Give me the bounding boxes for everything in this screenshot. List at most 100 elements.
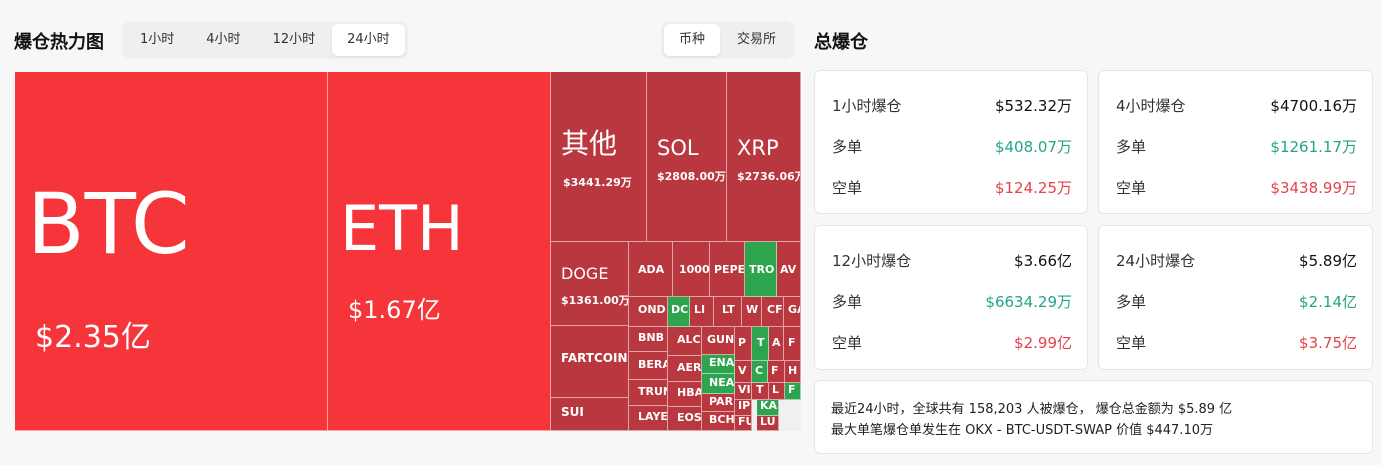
tile-f[interactable]: F: [768, 361, 785, 383]
tile-symbol: FARTCOIN: [561, 351, 628, 365]
card-4h-total: $4700.16万: [1270, 97, 1357, 115]
tile-t[interactable]: T: [752, 327, 769, 361]
card-1h-long: $408.07万: [994, 138, 1072, 156]
tile-xrp[interactable]: XRP $2736.06万: [727, 72, 801, 242]
tile-symbol: GUN: [707, 333, 735, 346]
tile-trun[interactable]: TRUN: [629, 380, 668, 406]
tile-f[interactable]: F: [784, 327, 801, 361]
card-1h-long-label: 多单: [832, 138, 863, 156]
tile-symbol: 1000: [679, 263, 710, 276]
card-12h-label: 12小时爆仓: [832, 252, 912, 270]
time-option-24h[interactable]: 24小时: [332, 24, 405, 56]
tile-pepe[interactable]: PEPE: [710, 242, 745, 297]
card-4h-label: 4小时爆仓: [1116, 97, 1186, 115]
tile-symbol: BNB: [638, 331, 664, 344]
tile-其他[interactable]: 其他 $3441.29万: [551, 72, 647, 242]
tile-cf[interactable]: CF: [762, 297, 784, 327]
tile-par[interactable]: PAR: [702, 394, 735, 412]
tile-laye[interactable]: LAYE: [629, 406, 668, 431]
tile-vi[interactable]: VI: [735, 383, 752, 400]
tile-av[interactable]: AV: [777, 242, 801, 297]
tile-ena[interactable]: ENA: [702, 355, 735, 374]
tile-symbol: W: [746, 303, 759, 316]
tile-amount: $2736.06万: [737, 170, 801, 183]
tile-symbol: OND: [638, 303, 666, 316]
time-option-4h[interactable]: 4小时: [191, 24, 255, 56]
time-range-selector: 1小时 4小时 12小时 24小时: [122, 21, 408, 59]
tile-symbol: SUI: [561, 405, 584, 419]
tile-symbol: BTC: [27, 175, 190, 273]
tile-lt[interactable]: LT: [714, 297, 742, 327]
tile-li[interactable]: LI: [690, 297, 714, 327]
tile-symbol: EOS: [677, 411, 702, 424]
tile-bch[interactable]: BCH: [702, 412, 735, 431]
total-liquidation-title: 总爆仓: [814, 32, 868, 53]
liquidation-treemap: BTC $2.35亿 ETH $1.67亿 其他 $3441.29万 SOL $2808.00…: [15, 72, 801, 431]
tile-symbol: P: [738, 336, 747, 349]
tile-eth[interactable]: ETH $1.67亿: [328, 72, 551, 431]
tile-p[interactable]: P: [735, 327, 752, 361]
tile-symbol: C: [755, 364, 764, 377]
tile-ka[interactable]: KA: [757, 400, 779, 416]
card-24h: 24小时爆仓 $5.89亿 多单 $2.14亿 空单 $3.75亿: [1098, 225, 1373, 370]
tile-symbol: T: [757, 336, 765, 349]
tile-ga[interactable]: GA: [784, 297, 801, 327]
tile-ip[interactable]: IP: [735, 400, 752, 416]
tile-f[interactable]: F: [785, 383, 801, 400]
tile-nea[interactable]: NEA: [702, 374, 735, 394]
tile-eos[interactable]: EOS: [668, 407, 702, 431]
tile-bera[interactable]: BERA: [629, 352, 668, 380]
tile-tro[interactable]: TRO: [745, 242, 777, 297]
tile-symbol: NEA: [709, 376, 735, 389]
card-4h-short-label: 空单: [1116, 179, 1147, 197]
tile-1000[interactable]: 1000: [673, 242, 710, 297]
tile-l[interactable]: L: [769, 383, 785, 400]
tile-symbol: LAYE: [638, 410, 668, 423]
tile-aer[interactable]: AER: [668, 356, 702, 382]
tile-symbol: FU: [738, 416, 751, 428]
tile-bnb[interactable]: BNB: [629, 327, 668, 352]
group-option-coin[interactable]: 币种: [664, 24, 721, 56]
tile-alc[interactable]: ALC: [668, 327, 702, 356]
tile-dc[interactable]: DC: [668, 297, 690, 327]
tile-c[interactable]: C: [752, 361, 768, 383]
tile-symbol: HBA: [677, 386, 702, 399]
card-24h-long: $2.14亿: [1299, 293, 1357, 311]
tile-hba[interactable]: HBA: [668, 382, 702, 407]
tile-symbol: 其他: [561, 127, 618, 160]
group-option-exchange[interactable]: 交易所: [722, 24, 791, 56]
tile-t[interactable]: T: [752, 383, 769, 400]
card-4h-long-label: 多单: [1116, 138, 1147, 156]
tile-symbol: AV: [780, 263, 797, 276]
time-option-12h[interactable]: 12小时: [258, 24, 331, 56]
tile-symbol: VI: [738, 383, 751, 396]
tile-ada[interactable]: ADA: [629, 242, 673, 297]
tile-ond[interactable]: OND: [629, 297, 668, 327]
time-option-1h[interactable]: 1小时: [125, 24, 189, 56]
tile-symbol: SOL: [657, 136, 699, 160]
card-4h-long: $1261.17万: [1270, 138, 1357, 156]
tile-fu[interactable]: FU: [735, 416, 752, 431]
summary-line-1: 最近24小时，全球共有 158,203 人被爆仓， 爆仓总金额为 $5.89 亿: [831, 402, 1233, 417]
tile-symbol: BCH: [709, 413, 735, 426]
tile-lu[interactable]: LU: [757, 416, 779, 431]
tile-doge[interactable]: DOGE $1361.00万: [551, 242, 629, 326]
tile-sui[interactable]: SUI: [551, 398, 629, 431]
tile-symbol: CF: [767, 303, 783, 316]
tile-btc[interactable]: BTC $2.35亿: [15, 72, 328, 431]
tile-symbol: KA: [760, 400, 778, 412]
tile-fartcoin[interactable]: FARTCOIN: [551, 326, 629, 398]
tile-sol[interactable]: SOL $2808.00万: [647, 72, 727, 242]
card-4h-short: $3438.99万: [1270, 179, 1357, 197]
tile-symbol: DOGE: [561, 264, 609, 283]
tile-gun[interactable]: GUN: [702, 327, 735, 355]
tile-h[interactable]: H: [785, 361, 801, 383]
card-12h-short: $2.99亿: [1014, 334, 1072, 352]
tile-amount: $1361.00万: [561, 294, 629, 307]
tile-symbol: BERA: [638, 358, 668, 371]
tile-symbol: ETH: [340, 192, 464, 265]
tile-w[interactable]: W: [742, 297, 762, 327]
tile-v[interactable]: V: [735, 361, 752, 383]
tile-a[interactable]: A: [769, 327, 784, 361]
card-4h: 4小时爆仓 $4700.16万 多单 $1261.17万 空单 $3438.99万: [1098, 70, 1373, 214]
